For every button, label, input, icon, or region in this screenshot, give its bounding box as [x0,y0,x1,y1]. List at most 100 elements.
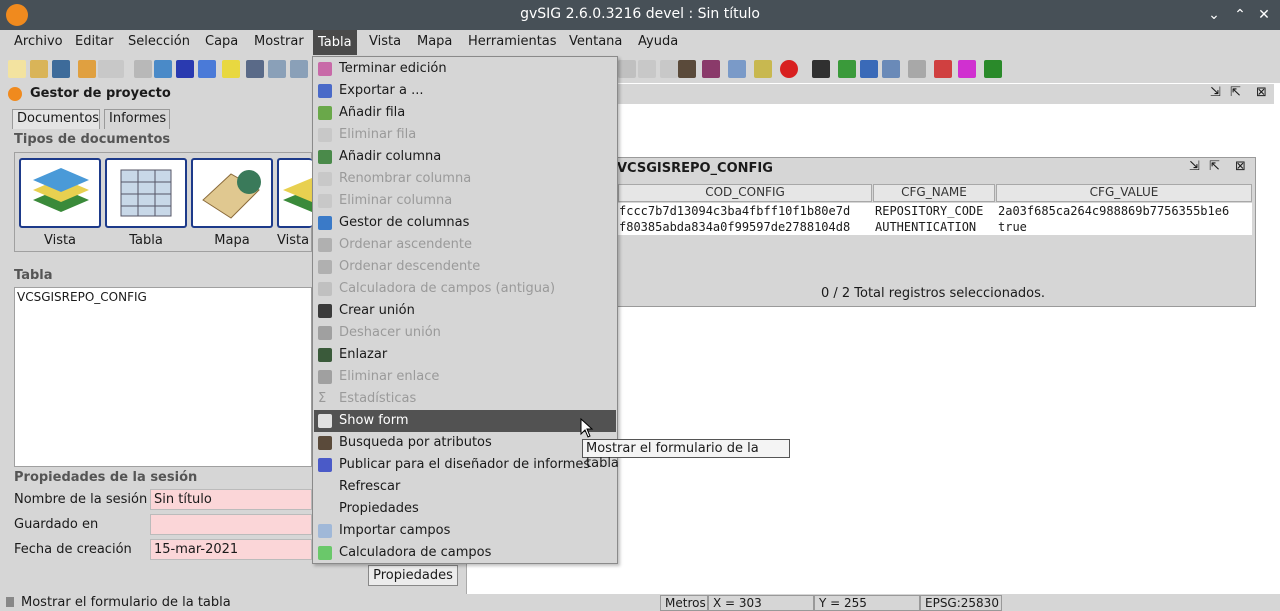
close-icon[interactable]: ⊠ [1235,159,1246,174]
maximize-icon[interactable]: ⇱ [1209,159,1220,174]
doc-types-label: Tipos de documentos [14,132,171,147]
remove-icon[interactable] [934,60,952,78]
menu-archivo[interactable]: Archivo [10,34,67,49]
status-bar: Mostrar el formulario de la tabla [0,594,1280,611]
table-cell[interactable]: true [998,220,1027,234]
globe-icon[interactable] [154,60,172,78]
dropdown-icon[interactable] [98,60,124,78]
restore-icon[interactable]: ⇲ [1189,159,1200,174]
close-icon[interactable]: ✕ [1254,5,1274,25]
menu-item-ordenar-ascendente[interactable]: Ordenar ascendente [314,234,616,256]
menu-item-exportar[interactable]: Exportar a ... [314,80,616,102]
vista-doc-icon[interactable] [19,158,101,228]
vista-3d-doc-icon[interactable] [277,158,312,228]
menu-herramientas[interactable]: Herramientas [464,34,561,49]
column-header[interactable]: CFG_NAME [873,184,995,202]
menu-item-refrescar[interactable]: Refrescar [314,476,616,498]
new-icon[interactable] [8,60,26,78]
menu-mapa[interactable]: Mapa [413,34,456,49]
restore-icon[interactable]: ⇲ [1210,85,1221,100]
tabla-doc-icon[interactable] [105,158,187,228]
menu-item-publicar-informes[interactable]: Publicar para el diseñador de informes [314,454,616,476]
menu-mostrar[interactable]: Mostrar [250,34,308,49]
tab-documentos[interactable]: Documentos [12,109,100,129]
menu-item-busqueda-atributos[interactable]: Busqueda por atributos [314,432,616,454]
menu-item-eliminar-columna[interactable]: Eliminar columna [314,190,616,212]
menu-ayuda[interactable]: Ayuda [634,34,682,49]
menu-item-ordenar-descendente[interactable]: Ordenar descendente [314,256,616,278]
properties-button[interactable]: Propiedades [368,565,458,586]
filter-icon[interactable] [176,60,194,78]
open-icon[interactable] [30,60,48,78]
menu-bar: Archivo Editar Selección Capa Mostrar Ta… [0,30,1280,55]
menu-item-gestor-columnas[interactable]: Gestor de columnas [314,212,616,234]
menu-item-renombrar-columna[interactable]: Renombrar columna [314,168,616,190]
table-cell[interactable]: REPOSITORY_CODE [875,204,983,218]
table-cell[interactable]: 2a03f685ca264c988869b7756355b1e6 [998,204,1229,218]
menu-item-calculadora[interactable]: Calculadora de campos [314,542,616,564]
menu-item-terminar-edicion[interactable]: Terminar edición [314,58,616,80]
refresh-icon[interactable] [78,60,96,78]
tab-informes[interactable]: Informes [104,109,170,129]
tooltip: Mostrar el formulario de la tabla [582,439,790,471]
minimize-icon[interactable]: ⌄ [1204,5,1224,25]
export-icon[interactable] [860,60,878,78]
import-icon[interactable] [882,60,900,78]
crosshair-icon[interactable] [958,60,976,78]
menu-item-propiedades[interactable]: Propiedades [314,498,616,520]
select-icon[interactable] [134,60,152,78]
paste-icon[interactable] [660,60,678,78]
table-cell[interactable]: f80385abda834a0f99597de2788104d8 [619,220,850,234]
stop-icon[interactable] [780,60,798,78]
tools-icon[interactable] [812,60,830,78]
menu-item-enlazar[interactable]: Enlazar [314,344,616,366]
menu-tabla[interactable]: Tabla [313,30,357,55]
table-cell[interactable]: AUTHENTICATION [875,220,976,234]
session-name-field[interactable]: Sin título [150,489,312,510]
copy-icon[interactable] [638,60,656,78]
close-icon[interactable]: ⊠ [1256,85,1267,100]
menu-item-crear-union[interactable]: Crear unión [314,300,616,322]
menu-item-show-form[interactable]: Show form [314,410,616,432]
refresh-icon [318,480,332,494]
maximize-icon[interactable]: ⇱ [1230,85,1241,100]
layers-icon[interactable] [728,60,746,78]
menu-item-calculadora-antigua[interactable]: Calculadora de campos (antigua) [314,278,616,300]
menu-seleccion[interactable]: Selección [124,34,194,49]
column-header[interactable]: CFG_VALUE [996,184,1252,202]
pen-icon[interactable] [984,60,1002,78]
crs-field[interactable]: EPSG:25830 [920,595,1002,611]
save-icon[interactable] [52,60,70,78]
table-list-item[interactable]: VCSGISREPO_CONFIG [15,288,311,306]
menu-ventana[interactable]: Ventana [565,34,626,49]
maximize-icon[interactable]: ⌃ [1230,5,1250,25]
binoculars-icon[interactable] [678,60,696,78]
mapa-doc-icon[interactable] [191,158,273,228]
add-row-icon[interactable] [268,60,286,78]
menu-vista[interactable]: Vista [365,34,405,49]
print-icon[interactable] [246,60,264,78]
settings-icon[interactable] [908,60,926,78]
menu-capa[interactable]: Capa [201,34,242,49]
saved-in-field[interactable] [150,514,312,535]
cube-icon[interactable] [702,60,720,78]
add-layer-icon[interactable] [838,60,856,78]
menu-editar[interactable]: Editar [71,34,118,49]
created-field[interactable]: 15-mar-2021 [150,539,312,560]
menu-item-anadir-fila[interactable]: Añadir fila [314,102,616,124]
grid-icon[interactable] [618,60,636,78]
sort-icon[interactable] [198,60,216,78]
menu-item-eliminar-fila[interactable]: Eliminar fila [314,124,616,146]
table-cell[interactable]: fccc7b7d13094c3ba4fbff10f1b80e7d [619,204,850,218]
menu-item-eliminar-enlace[interactable]: Eliminar enlace [314,366,616,388]
list-icon[interactable] [222,60,240,78]
menu-item-importar-campos[interactable]: Importar campos [314,520,616,542]
menu-item-anadir-columna[interactable]: Añadir columna [314,146,616,168]
edit-icon[interactable] [754,60,772,78]
menu-item-estadisticas[interactable]: Σ Estadísticas [314,388,616,410]
table-footer: 0 / 2 Total registros seleccionados. [820,286,1046,301]
project-manager-title: Gestor de proyecto [6,84,308,104]
table-icon[interactable] [290,60,308,78]
menu-item-deshacer-union[interactable]: Deshacer unión [314,322,616,344]
column-header[interactable]: COD_CONFIG [618,184,872,202]
